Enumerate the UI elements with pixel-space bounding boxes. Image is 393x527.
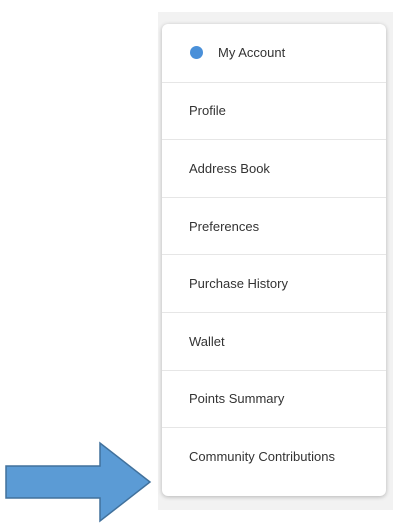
menu-item-purchase-history[interactable]: Purchase History [162,254,386,312]
menu-item-label: Address Book [189,160,270,176]
right-arrow-icon [5,441,152,523]
account-menu-card: My Account Profile Address Book Preferen… [162,24,386,496]
status-dot-icon [190,46,203,60]
menu-item-label: Profile [189,103,226,119]
menu-item-label: Points Summary [189,391,285,407]
screen: My Account Profile Address Book Preferen… [0,0,393,527]
menu-item-label: Community Contributions [189,448,335,464]
menu-item-my-account[interactable]: My Account [162,24,386,82]
menu-item-label: Wallet [189,333,225,349]
menu-item-profile[interactable]: Profile [162,81,386,140]
menu-item-label: Purchase History [189,276,288,292]
menu-item-community-contributions[interactable]: Community Contributions [162,427,386,485]
menu-item-label: Preferences [189,218,260,234]
menu-item-address-book[interactable]: Address Book [162,139,386,197]
menu-item-label: My Account [218,45,286,61]
menu-item-wallet[interactable]: Wallet [162,311,386,370]
menu-item-preferences[interactable]: Preferences [162,196,386,255]
menu-item-points-summary[interactable]: Points Summary [162,369,386,428]
account-menu: My Account Profile Address Book Preferen… [162,24,386,485]
